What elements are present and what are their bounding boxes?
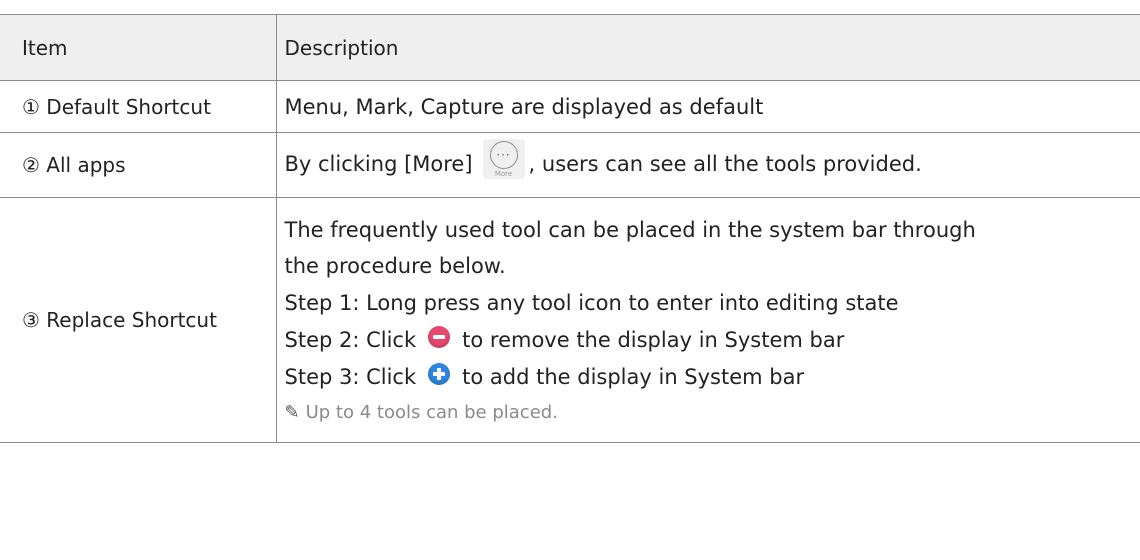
more-icon-label: More	[494, 170, 513, 178]
header-description: Description	[276, 14, 1140, 81]
more-icon: ··· More	[482, 139, 525, 179]
replace-step-3: Step 3: Click to add the display in Syste…	[285, 359, 1140, 396]
step-2-text-after: to remove the display in System bar	[462, 327, 845, 352]
replace-line-1: The frequently used tool can be placed i…	[284, 217, 976, 242]
table-header-row: Item Description	[0, 14, 1140, 81]
header-item: Item	[0, 14, 277, 81]
all-apps-text-before: By clicking [More]	[284, 152, 473, 176]
replace-step-2: Step 2: Click to remove the display in Sy…	[285, 322, 1140, 359]
row-description-default-shortcut: Menu, Mark, Capture are displayed as def…	[276, 80, 1140, 133]
description-table: Item Description ① Default Shortcut Menu…	[0, 14, 1140, 443]
step-3-text-before: Step 3: Click	[284, 364, 417, 389]
step-3-text-after: to add the display in System bar	[462, 364, 805, 389]
minus-circle-icon	[428, 325, 451, 348]
row-item-replace-shortcut: ③ Replace Shortcut	[0, 197, 277, 443]
table-row: ① Default Shortcut Menu, Mark, Capture a…	[0, 80, 1140, 133]
row-description-replace-shortcut: The frequently used tool can be placed i…	[276, 197, 1140, 443]
table-row: ③ Replace Shortcut The frequently used t…	[0, 197, 1140, 443]
all-apps-text-after: , users can see all the tools provided.	[528, 152, 922, 176]
plus-circle-icon	[428, 362, 451, 385]
note-text: Up to 4 tools can be placed.	[305, 401, 558, 423]
replace-step-1: Step 1: Long press any tool icon to ente…	[284, 290, 899, 315]
replace-line-2: the procedure below.	[284, 253, 506, 278]
row-item-all-apps: ② All apps	[0, 132, 277, 198]
table-row: ② All apps By clicking [More] ··· More, us…	[0, 132, 1140, 198]
pencil-icon: ✎	[284, 401, 300, 423]
row-item-default-shortcut: ① Default Shortcut	[0, 80, 277, 133]
note-line: ✎ Up to 4 tools can be placed.	[285, 396, 1140, 429]
step-2-text-before: Step 2: Click	[284, 327, 417, 352]
row-description-all-apps: By clicking [More] ··· More, users can see…	[276, 132, 1140, 198]
